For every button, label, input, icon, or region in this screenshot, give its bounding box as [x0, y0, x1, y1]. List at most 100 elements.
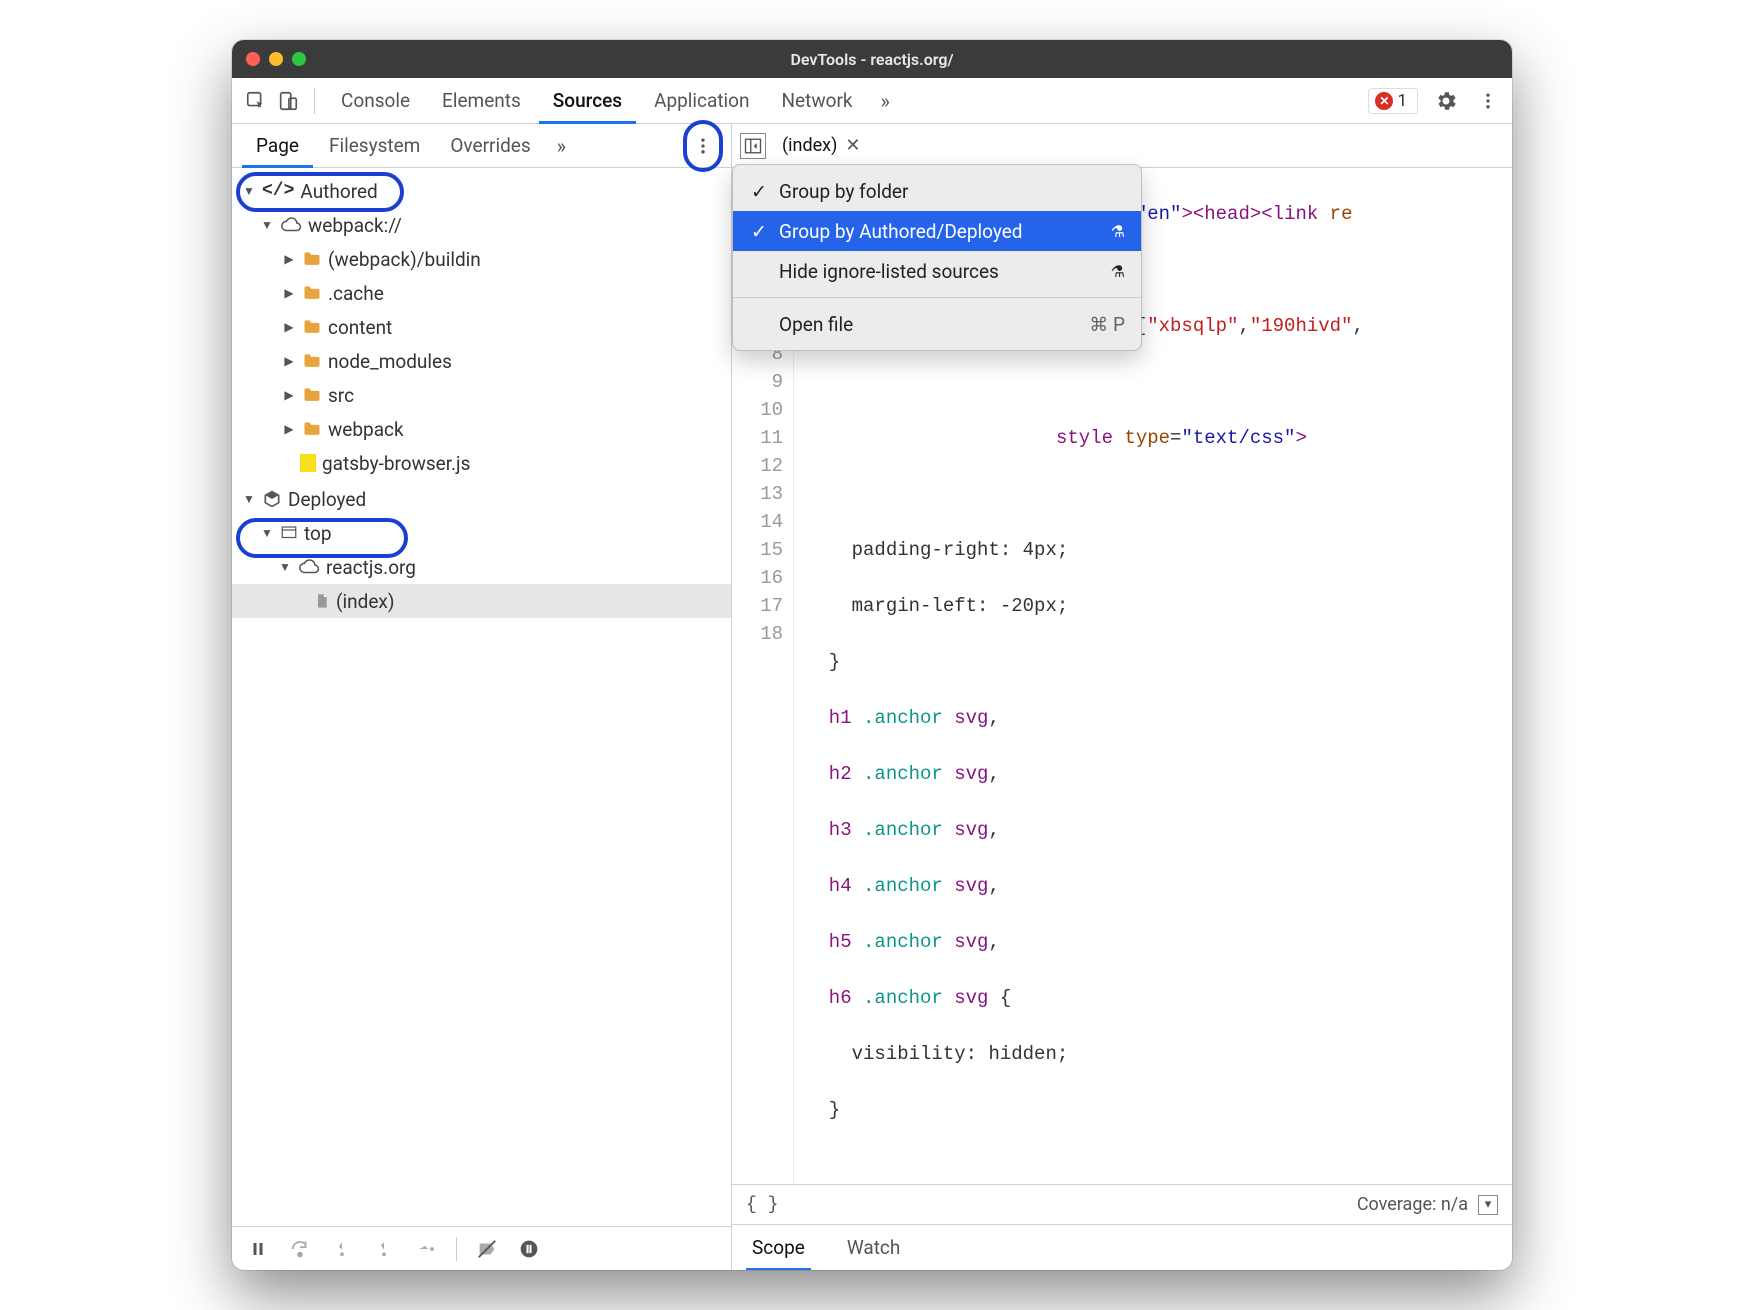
tree-label: (webpack)/buildin — [328, 248, 481, 271]
checkmark-icon: ✓ — [749, 180, 769, 203]
error-count: 1 — [1397, 91, 1407, 111]
file-tab-label: (index) — [782, 135, 837, 156]
tree-file-js[interactable]: gatsby-browser.js — [232, 446, 731, 480]
tree-label: gatsby-browser.js — [322, 452, 470, 475]
pretty-print-icon[interactable]: { } — [746, 1195, 778, 1215]
tree-group-deployed[interactable]: ▼ Deployed — [232, 482, 731, 516]
more-tabs-chevron[interactable]: » — [871, 89, 900, 113]
titlebar: DevTools - reactjs.org/ — [232, 40, 1512, 78]
close-window-button[interactable] — [246, 52, 260, 66]
collapse-panel-icon[interactable]: ▾ — [1478, 1195, 1498, 1215]
file-tree: ▼ </> Authored ▼ webpack:// ▶ (webpack)/… — [232, 168, 731, 1226]
tab-sources[interactable]: Sources — [539, 78, 636, 124]
main-menu-kebab-icon[interactable] — [1474, 87, 1502, 115]
frame-icon — [280, 524, 298, 542]
tree-group-authored[interactable]: ▼ </> Authored — [232, 174, 731, 208]
experiment-flask-icon: ⚗ — [1111, 222, 1125, 241]
tab-scope[interactable]: Scope — [746, 1225, 811, 1271]
traffic-lights — [246, 52, 306, 66]
tree-folder[interactable]: ▶ content — [232, 310, 731, 344]
pause-on-exceptions-icon[interactable] — [517, 1237, 541, 1261]
tree-folder[interactable]: ▶ node_modules — [232, 344, 731, 378]
devtools-window: DevTools - reactjs.org/ Console Elements… — [232, 40, 1512, 1270]
deployed-icon — [262, 489, 282, 509]
menu-separator — [733, 297, 1141, 298]
step-out-icon[interactable] — [372, 1237, 396, 1261]
tree-item-webpack[interactable]: ▼ webpack:// — [232, 208, 731, 242]
tab-network[interactable]: Network — [767, 78, 866, 124]
experiment-flask-icon: ⚗ — [1111, 262, 1125, 281]
tree-label: content — [328, 316, 392, 339]
authored-icon: </> — [262, 181, 294, 201]
tab-elements[interactable]: Elements — [428, 78, 535, 124]
tree-label: webpack — [328, 418, 404, 441]
inspect-icon[interactable] — [242, 87, 270, 115]
menu-group-by-folder[interactable]: ✓ Group by folder — [733, 171, 1141, 211]
tree-label: src — [328, 384, 354, 407]
menu-group-authored-deployed[interactable]: ✓ Group by Authored/Deployed ⚗ — [733, 211, 1141, 251]
pause-icon[interactable] — [246, 1237, 270, 1261]
maximize-window-button[interactable] — [292, 52, 306, 66]
step-over-icon[interactable] — [288, 1237, 312, 1261]
body-split: ▼ </> Authored ▼ webpack:// ▶ (webpack)/… — [232, 168, 1512, 1270]
subtab-filesystem[interactable]: Filesystem — [315, 124, 434, 168]
tree-item-top[interactable]: ▼ top — [232, 516, 731, 550]
tab-console[interactable]: Console — [327, 78, 424, 124]
tree-label: top — [304, 522, 332, 545]
close-file-tab-icon[interactable]: ✕ — [845, 135, 860, 156]
menu-open-file[interactable]: Open file ⌘ P — [733, 304, 1141, 344]
error-icon: ✕ — [1375, 92, 1393, 110]
device-toggle-icon[interactable] — [274, 87, 302, 115]
tree-folder[interactable]: ▶ .cache — [232, 276, 731, 310]
main-tabs: Console Elements Sources Application Net… — [232, 78, 1512, 124]
folder-icon — [302, 283, 322, 303]
tree-folder[interactable]: ▶ src — [232, 378, 731, 412]
navigator-sidebar: ▼ </> Authored ▼ webpack:// ▶ (webpack)/… — [232, 168, 732, 1270]
tree-label: webpack:// — [308, 214, 402, 237]
subtab-overrides[interactable]: Overrides — [436, 124, 544, 168]
tree-folder[interactable]: ▶ webpack — [232, 412, 731, 446]
js-file-icon — [300, 454, 316, 472]
folder-icon — [302, 249, 322, 269]
error-badge[interactable]: ✕ 1 — [1368, 88, 1418, 114]
minimize-window-button[interactable] — [269, 52, 283, 66]
disclosure-icon: ▼ — [260, 218, 274, 232]
tree-file-index[interactable]: (index) — [232, 584, 731, 618]
tree-item-domain[interactable]: ▼ reactjs.org — [232, 550, 731, 584]
shortcut-label: ⌘ P — [1089, 313, 1125, 336]
step-into-icon[interactable] — [330, 1237, 354, 1261]
sub-row: Page Filesystem Overrides » (index) ✕ — [232, 124, 1512, 168]
editor-column: ✓ Group by folder ✓ Group by Authored/De… — [732, 168, 1512, 1270]
tree-label: Authored — [300, 180, 377, 203]
deactivate-breakpoints-icon[interactable] — [475, 1237, 499, 1261]
file-tab-index[interactable]: (index) ✕ — [774, 124, 868, 168]
folder-icon — [302, 385, 322, 405]
tab-application[interactable]: Application — [640, 78, 763, 124]
folder-icon — [302, 317, 322, 337]
cloud-icon — [298, 556, 320, 578]
tree-label: node_modules — [328, 350, 452, 373]
disclosure-icon: ▼ — [242, 184, 256, 198]
tab-watch[interactable]: Watch — [841, 1225, 907, 1271]
menu-hide-ignore-listed[interactable]: Hide ignore-listed sources ⚗ — [733, 251, 1141, 291]
tree-label: .cache — [328, 282, 384, 305]
settings-gear-icon[interactable] — [1432, 87, 1460, 115]
tree-folder[interactable]: ▶ (webpack)/buildin — [232, 242, 731, 276]
document-icon — [314, 592, 330, 610]
coverage-label: Coverage: n/a — [1357, 1194, 1468, 1215]
folder-icon — [302, 351, 322, 371]
tree-label: (index) — [336, 590, 394, 613]
subtab-page[interactable]: Page — [242, 124, 313, 168]
cloud-icon — [280, 214, 302, 236]
step-icon[interactable] — [414, 1237, 438, 1261]
tree-label: Deployed — [288, 488, 366, 511]
separator — [314, 88, 315, 114]
debugger-tabs: Scope Watch — [732, 1224, 1512, 1270]
editor-tabs: (index) ✕ — [732, 124, 1512, 167]
navigator-more-button[interactable] — [685, 128, 721, 164]
window-title: DevTools - reactjs.org/ — [232, 50, 1512, 69]
navigator-tabs: Page Filesystem Overrides » — [232, 124, 732, 167]
show-navigator-icon[interactable] — [740, 133, 766, 159]
subtab-more-chevron[interactable]: » — [547, 134, 576, 158]
editor-footer: { } Coverage: n/a ▾ — [732, 1184, 1512, 1224]
